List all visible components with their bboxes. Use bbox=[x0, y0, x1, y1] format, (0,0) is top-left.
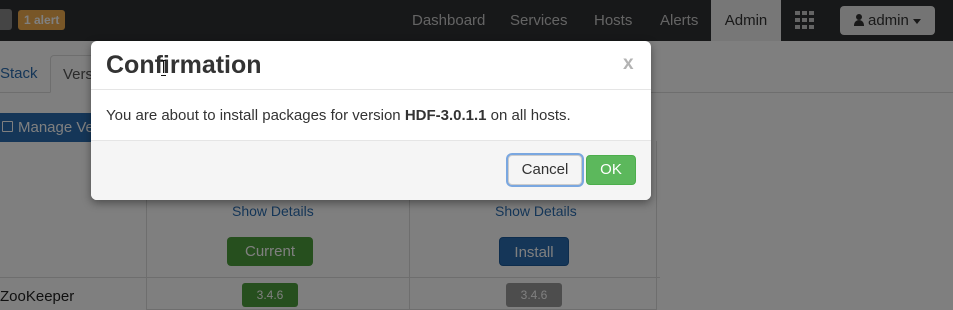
message-prefix: You are about to install packages for ve… bbox=[106, 107, 405, 124]
dialog-title: Confirmation bbox=[106, 51, 262, 79]
close-icon[interactable]: x bbox=[623, 53, 634, 75]
confirmation-dialog: Confirmation x You are about to install … bbox=[91, 41, 651, 200]
dialog-footer: Cancel OK bbox=[91, 140, 651, 200]
dialog-message: You are about to install packages for ve… bbox=[106, 107, 571, 124]
message-version: HDF-3.0.1.1 bbox=[404, 107, 487, 124]
ok-button[interactable]: OK bbox=[586, 155, 636, 185]
text-cursor-icon bbox=[161, 60, 167, 76]
dialog-header: Confirmation x bbox=[91, 41, 651, 90]
message-suffix: on all hosts. bbox=[486, 107, 571, 124]
cancel-button[interactable]: Cancel bbox=[508, 155, 582, 185]
